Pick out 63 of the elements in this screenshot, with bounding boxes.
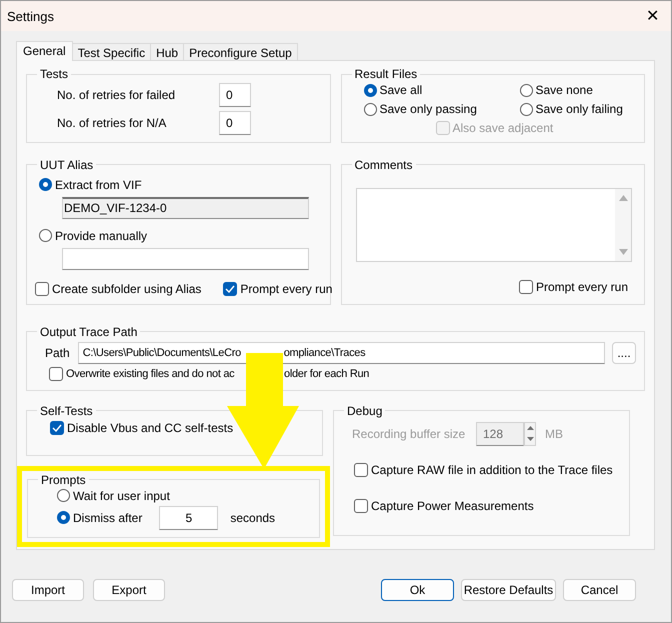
checkbox-label[interactable]: Prompt every run [536, 280, 628, 294]
checkbox-label[interactable]: Create subfolder using Alias [52, 282, 202, 296]
radio-label[interactable]: Save only failing [536, 102, 623, 116]
group-title: Comments [354, 158, 414, 172]
radio-label[interactable]: Save only passing [380, 102, 477, 116]
radio-label[interactable]: Wait for user input [73, 488, 170, 503]
comments-field[interactable] [356, 188, 632, 262]
radio-button[interactable] [364, 84, 376, 96]
checkbox-label[interactable]: Prompt every run [240, 282, 332, 296]
path-text: ompliance\Traces [284, 346, 366, 359]
radio-label[interactable]: Dismiss after [73, 510, 142, 525]
dialog-button[interactable]: Cancel [563, 579, 636, 601]
radio-button[interactable] [57, 489, 70, 502]
checkbox[interactable] [354, 498, 368, 513]
number-field[interactable]: 0 [219, 83, 251, 107]
field-label: No. of retries for failed [57, 88, 176, 102]
checkbox-label[interactable]: Overwrite existing files and do not ac [66, 368, 247, 380]
radio-button[interactable] [520, 102, 532, 116]
text-field[interactable] [62, 248, 309, 270]
group-title: UUT Alias [39, 158, 94, 172]
checkbox-label[interactable]: older for each Run [284, 368, 370, 380]
close-button[interactable]: ✕ [646, 6, 659, 26]
radio-label[interactable]: Save all [380, 83, 422, 97]
checkbox[interactable] [354, 462, 368, 477]
spin-buttons[interactable] [524, 422, 536, 446]
group-title: Result Files [354, 67, 418, 81]
checkbox-label[interactable]: Disable Vbus and CC self-tests [67, 420, 234, 435]
group-title: Self-Tests [39, 404, 94, 418]
dialog-button[interactable]: Restore Defaults [461, 579, 556, 601]
checkbox[interactable] [50, 420, 64, 435]
checkbox[interactable] [35, 282, 49, 296]
group-title: Output Trace Path [39, 324, 138, 339]
group-title: Prompts [40, 472, 87, 487]
checkbox[interactable] [518, 280, 533, 294]
checkbox-label[interactable]: Capture Power Measurements [371, 498, 534, 513]
dialog-button[interactable]: Export [93, 579, 165, 601]
unit-label: seconds [230, 510, 276, 525]
radio-label[interactable]: Provide manually [55, 228, 148, 243]
field-label: Path [45, 346, 70, 360]
path-field[interactable]: C:\Users\Public\Documents\LeCro ompliance\Traces [78, 342, 605, 364]
group-title: Tests [39, 67, 70, 81]
radio-button[interactable] [364, 102, 376, 116]
dialog-button[interactable]: Ok [381, 579, 454, 601]
seconds-field[interactable]: 5 [159, 506, 218, 530]
radio-button[interactable] [39, 229, 52, 242]
dialog-button[interactable]: Import [12, 579, 84, 601]
radio-button[interactable] [520, 84, 532, 96]
field-label: Recording buffer size [352, 426, 466, 441]
tab[interactable]: General [16, 41, 73, 61]
tab[interactable]: Preconfigure Setup [183, 43, 298, 61]
window-title: Settings [7, 8, 54, 24]
tab[interactable]: Test Specific [72, 43, 152, 61]
checkbox[interactable] [223, 282, 238, 296]
number-field[interactable]: 0 [219, 111, 251, 135]
path-text: C:\Users\Public\Documents\LeCro [82, 346, 242, 359]
radio-button[interactable] [57, 511, 70, 524]
browse-button[interactable]: .... [612, 342, 636, 364]
radio-label[interactable]: Save none [536, 83, 593, 97]
group-title: Debug [346, 404, 384, 418]
unit-label: MB [545, 426, 563, 441]
field-label: No. of retries for N/A [57, 116, 168, 130]
checkbox[interactable] [49, 366, 63, 381]
checkbox-label[interactable]: Capture RAW file in addition to the Trace files [371, 462, 613, 477]
